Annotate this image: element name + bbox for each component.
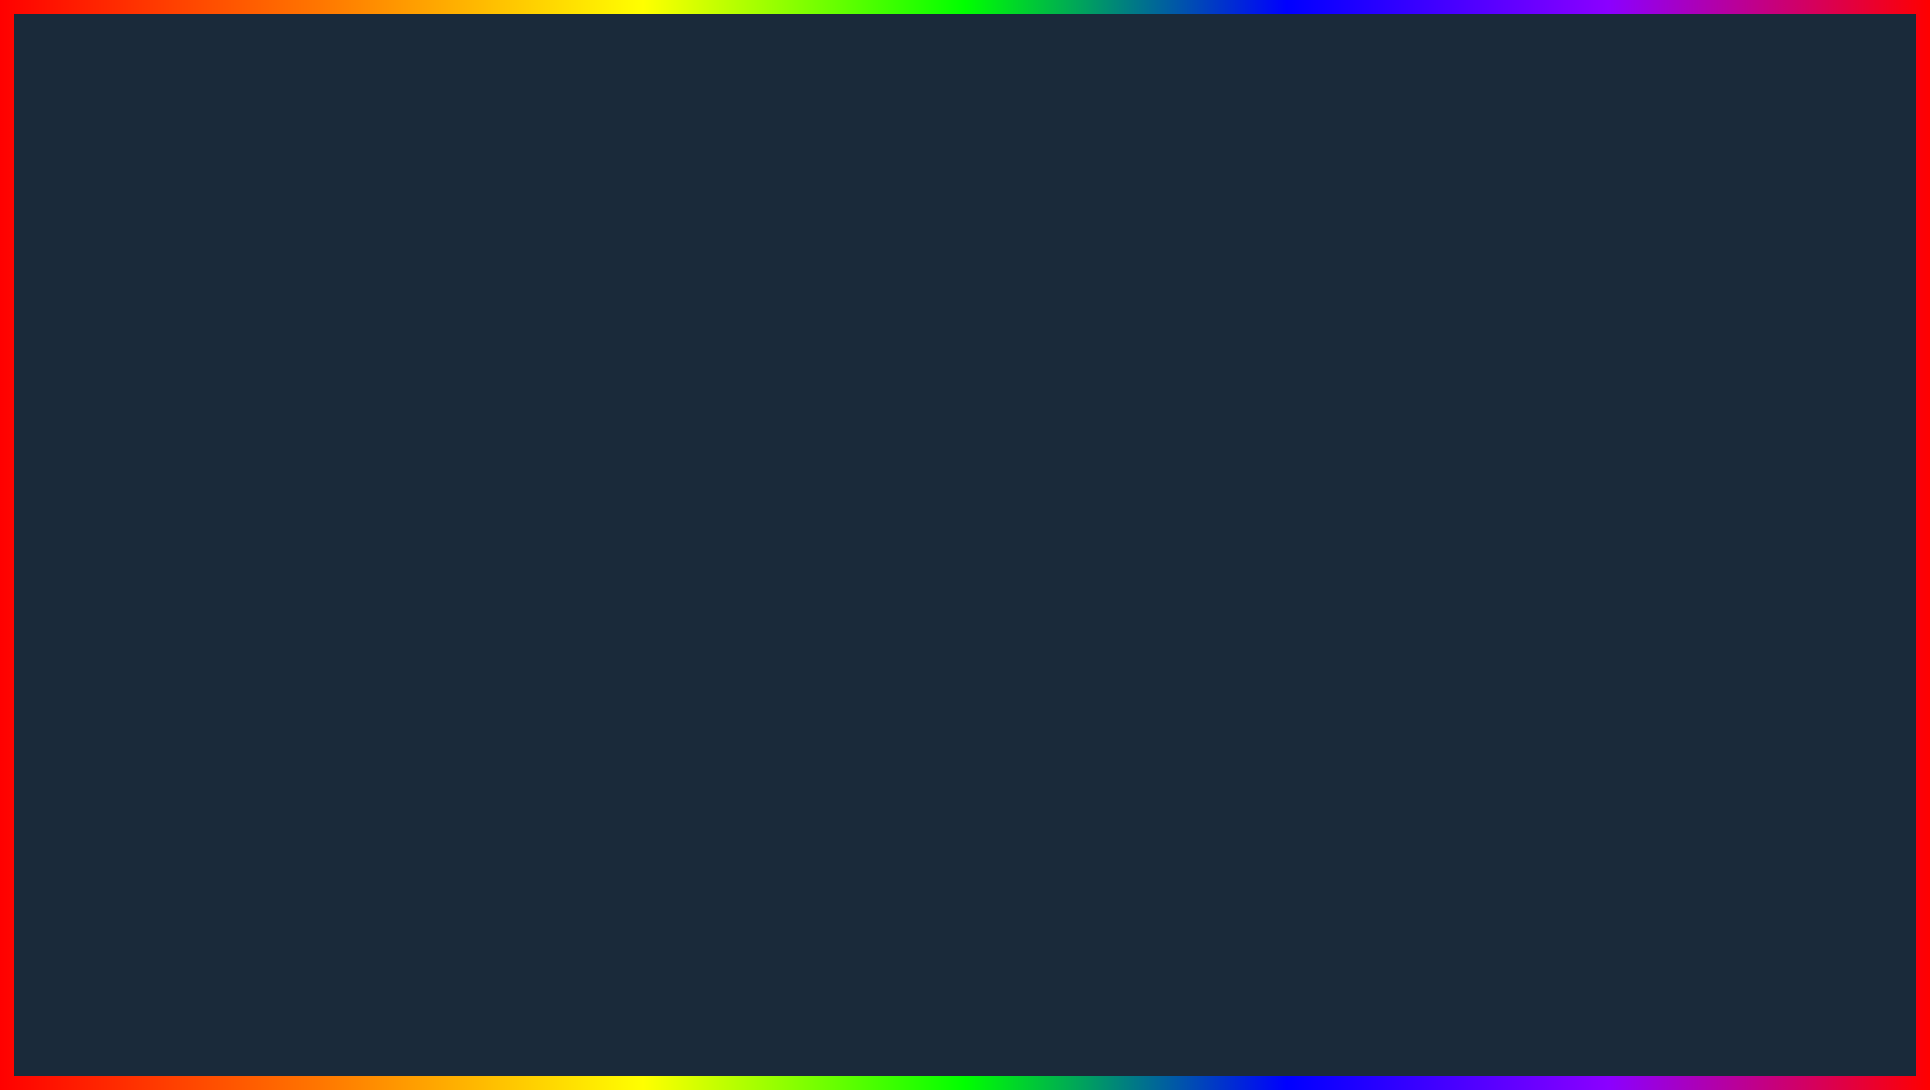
sidebar-item-general[interactable]: 🏠 | General bbox=[682, 356, 811, 389]
ui-title-text: MTriet Hub | Blox Fruits [discord.gg/mFz… bbox=[692, 298, 983, 312]
law-boss-title-text: Misc: Law Boss bbox=[769, 475, 860, 494]
auto-farm-level-toggle[interactable] bbox=[1142, 416, 1178, 434]
spawn-row-icon: ▶ bbox=[822, 361, 838, 375]
auto-farm-level-row: ▶ | Auto Farm Level bbox=[818, 411, 1182, 440]
mobile-text: MOBILE ✔ bbox=[30, 400, 448, 493]
sidebar-racev4-label: | Race V4 bbox=[711, 498, 759, 510]
star-1: ★ bbox=[574, 806, 628, 876]
diamond-icon: 💎 bbox=[690, 463, 706, 479]
farm-nearest-row-icon: ▶ bbox=[822, 445, 838, 459]
weapon-row-icon: ▶ bbox=[822, 390, 838, 404]
sidebar-item-information[interactable]: 👤 | Information bbox=[682, 323, 811, 356]
working-line: WORKING bbox=[540, 654, 1024, 729]
ui-panel-law-boss[interactable]: Misc: Law Boss ▶ | Auto Kill Law Boss Bu… bbox=[757, 447, 1263, 599]
weapon-badge[interactable]: Melee bbox=[1133, 388, 1178, 405]
home-icon: 🏠 bbox=[690, 364, 706, 380]
title-fruits: FRUITS bbox=[963, 21, 1565, 216]
pastebin-label: PASTEBIN bbox=[950, 979, 1274, 1054]
android-checkmark: ✔ bbox=[381, 503, 448, 596]
sidebar-item-necessary[interactable]: 🚗 | Necessary bbox=[682, 389, 811, 422]
auto-kill-law-boss-toggle[interactable] bbox=[1208, 483, 1245, 503]
star-2: ★ bbox=[654, 843, 726, 936]
sidebar-item-status-hop[interactable]: ⚙️ | Status-Hop bbox=[682, 422, 811, 455]
bf-logo: BLOX 💀 FRUITS bbox=[1660, 890, 1910, 1070]
auto-farm-level-label: | Auto Farm Level bbox=[846, 419, 1134, 431]
start-raid-label: Start Raid Law Boss bbox=[958, 558, 1067, 578]
sidebar-general-label: | General bbox=[711, 366, 756, 378]
ui-titlebar: MTriet Hub | Blox Fruits [discord.gg/mFz… bbox=[682, 292, 1188, 319]
bottom-text-block: AUTO FARM SCRIPT PASTEBIN bbox=[20, 938, 1274, 1065]
left-text-block: MOBILE ✔ ANDROID ✔ bbox=[30, 400, 448, 596]
auto-set-spawn-row: ▶ | Auto Set Spawn Point bbox=[818, 354, 1182, 383]
android-text: ANDROID ✔ bbox=[30, 503, 448, 596]
ui-main-title: [ Main Farm | General ] bbox=[818, 325, 1182, 348]
main-container: ★ ★ BLOX FRUITS MOBILE ✔ ANDROID ✔ DOWNL… bbox=[0, 0, 1930, 1090]
sidebar-statushop-label: | Status-Hop bbox=[711, 432, 772, 444]
bf-logo-fruits-text: FRUITS bbox=[1686, 1039, 1885, 1090]
script-label: SCRIPT bbox=[692, 979, 930, 1054]
sidebar-information-label: | Information bbox=[711, 333, 772, 345]
select-weapon-label: | Select Weapon bbox=[846, 391, 1125, 403]
select-weapon-row: ▶ | Select Weapon Melee bbox=[818, 383, 1182, 411]
android-label: ANDROID bbox=[30, 509, 366, 591]
mobile-checkmark: ✔ bbox=[325, 400, 392, 493]
popsicle bbox=[1676, 214, 1856, 714]
buy-microchip-label: Buy Microchip Law Boss bbox=[945, 527, 1076, 548]
gear-icon: ⚙️ bbox=[690, 430, 706, 446]
auto-set-spawn-label: | Auto Set Spawn Point bbox=[846, 362, 1134, 374]
auto-set-spawn-toggle[interactable] bbox=[1142, 359, 1178, 377]
people-icon: 👥 bbox=[690, 496, 706, 512]
title-blox: BLOX bbox=[366, 21, 832, 216]
ui-toggle-hint: [RightControl] bbox=[1111, 299, 1178, 311]
main-title: BLOX FRUITS bbox=[0, 18, 1930, 219]
farm-level-row-icon: ▶ bbox=[822, 418, 838, 432]
sidebar-necessary-label: | Necessary bbox=[711, 399, 769, 411]
auto-farm-label: AUTO FARM bbox=[20, 938, 672, 1065]
user-icon: 👤 bbox=[690, 331, 706, 347]
mobile-label: MOBILE bbox=[30, 406, 310, 488]
car-icon: 🚗 bbox=[690, 397, 706, 413]
kill-law-boss-icon: ▶ bbox=[773, 509, 790, 524]
bf-logo-fruits: FRUITS bbox=[1660, 1038, 1910, 1090]
skull-icon: 💀 bbox=[1660, 944, 1910, 1038]
